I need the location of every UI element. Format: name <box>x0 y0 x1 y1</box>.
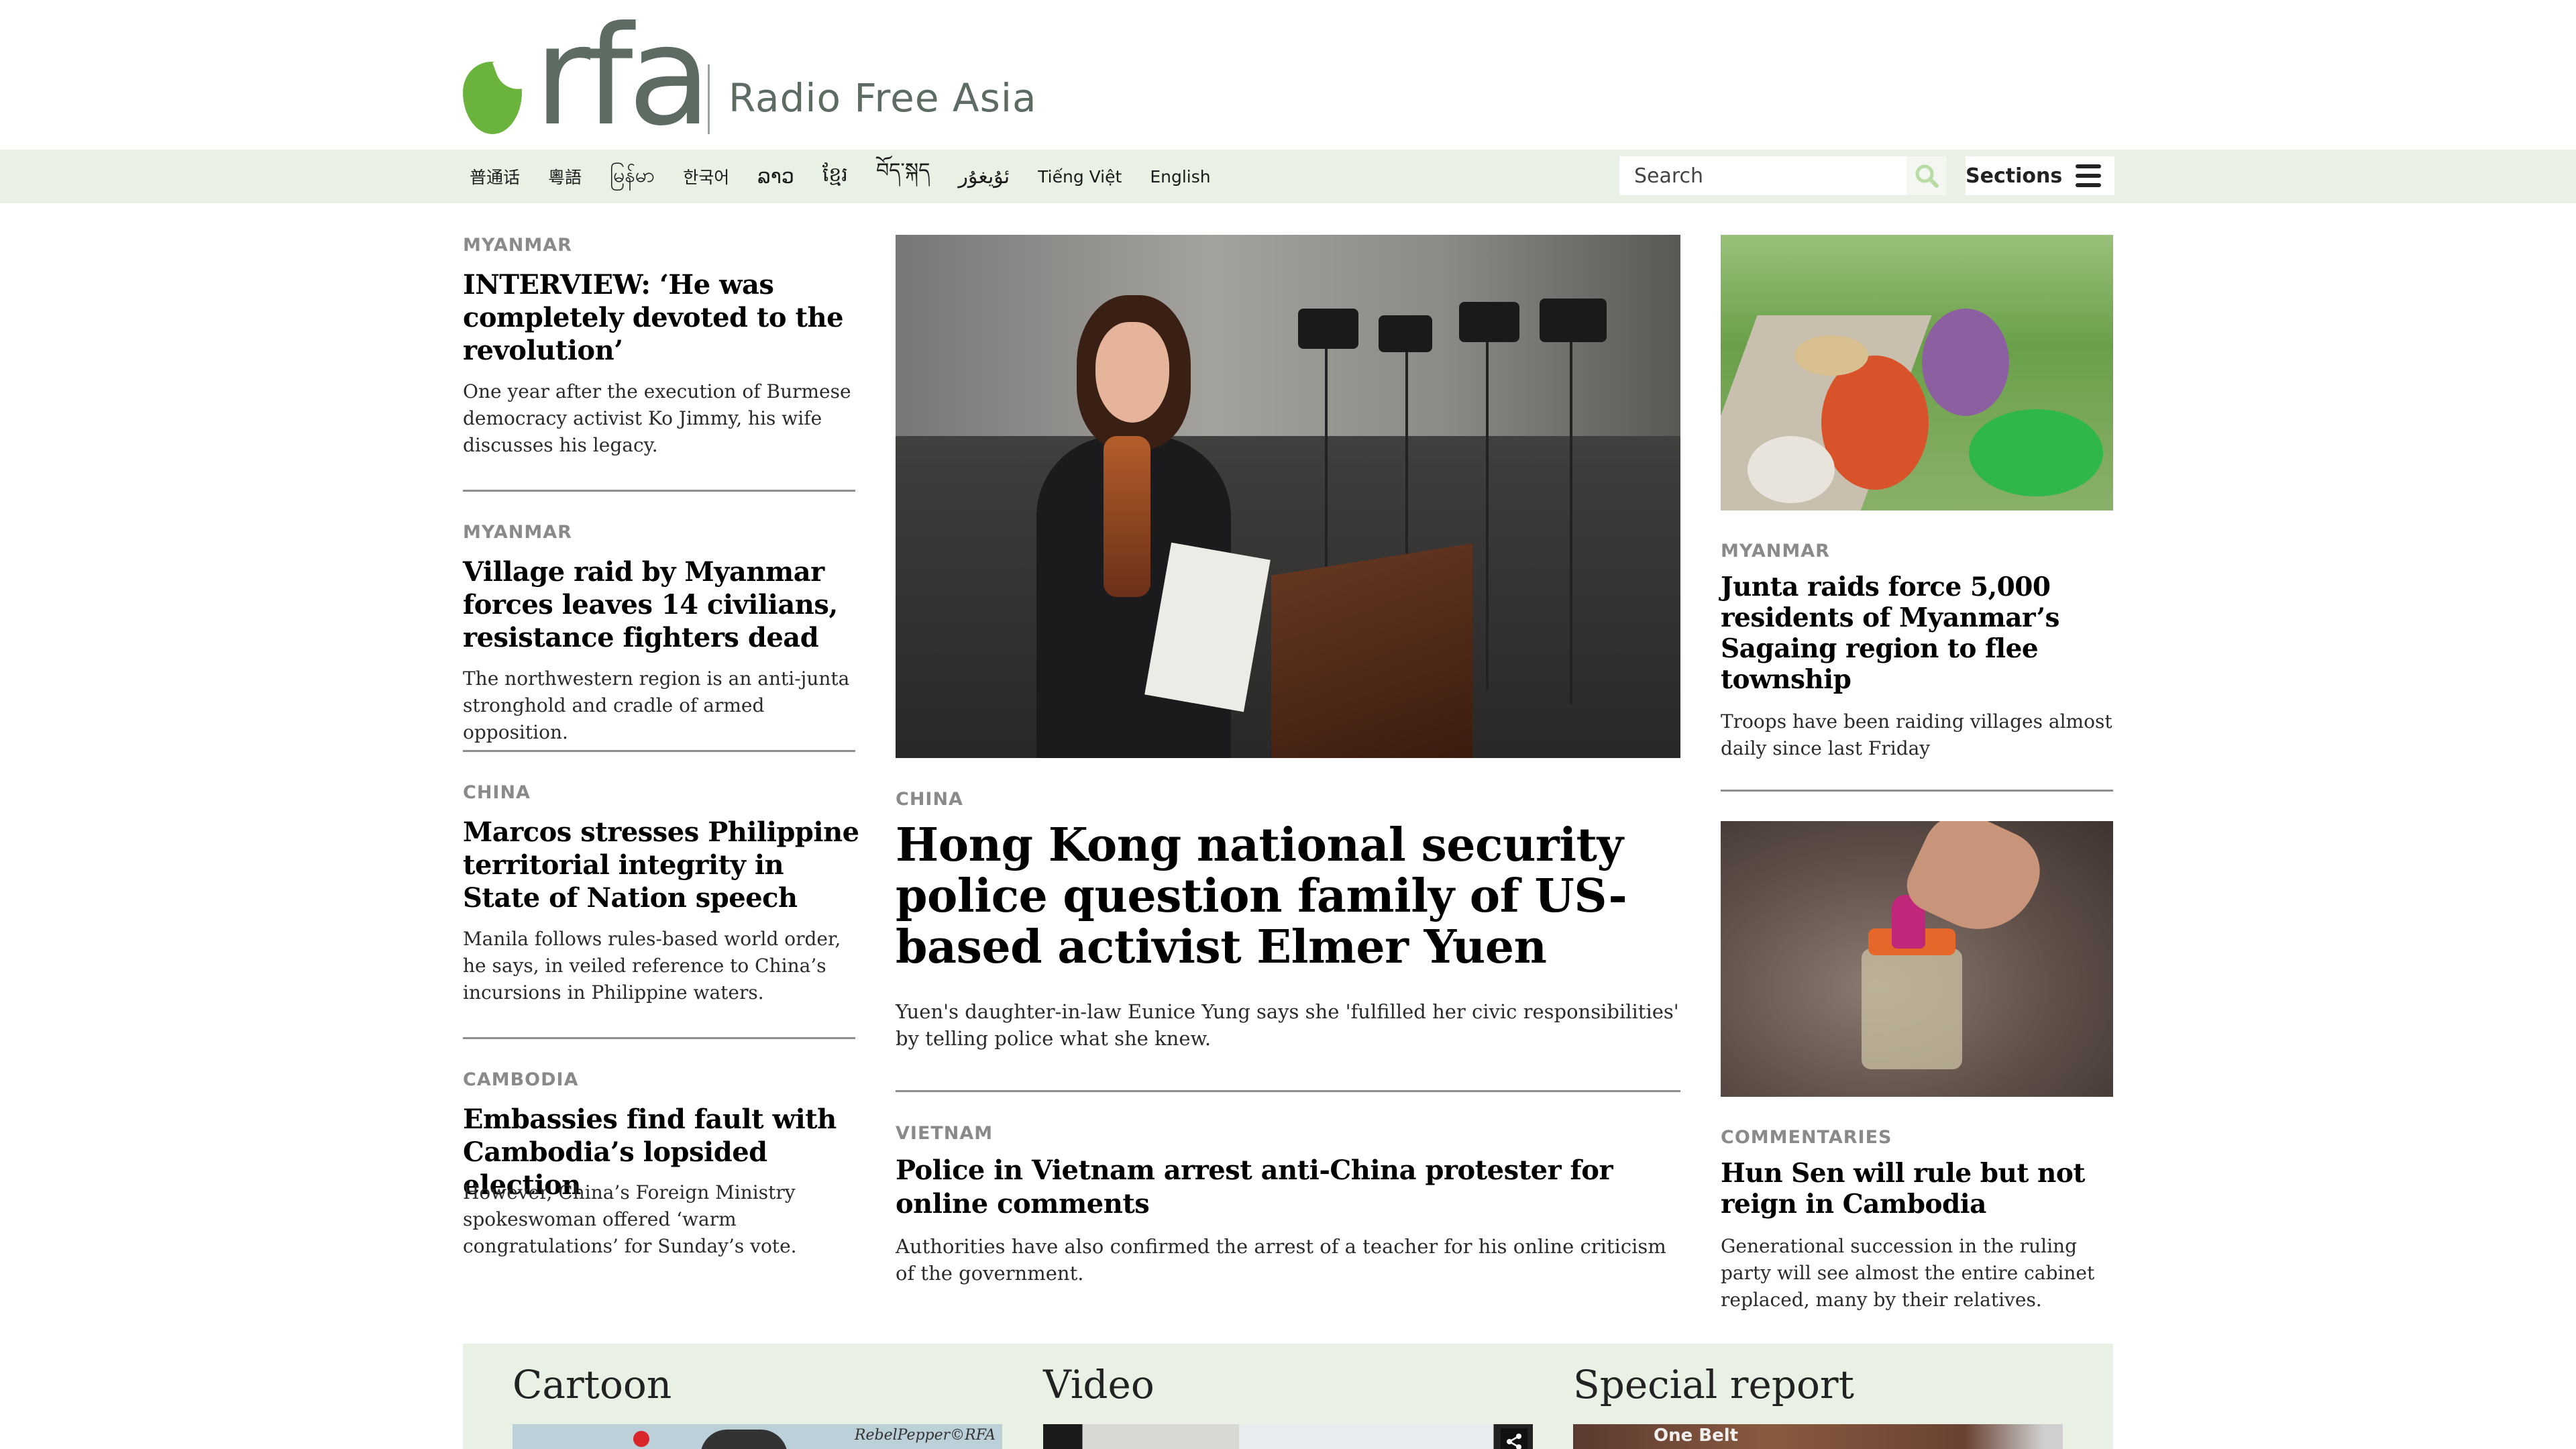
rfa-leaf-logo-icon <box>463 62 522 134</box>
special-report-thumbnail[interactable]: One Belt <box>1573 1424 2063 1449</box>
lang-link-uyghur[interactable]: ئۇيغۇر <box>958 165 1010 189</box>
main-story-headline[interactable]: Hong Kong national security police quest… <box>896 820 1687 973</box>
story-dek: One year after the execution of Burmese … <box>463 380 851 456</box>
lang-link-vietnamese[interactable]: Tiếng Việt <box>1038 167 1122 186</box>
story-dek: The northwestern region is an anti-junta… <box>463 667 850 743</box>
podium-shape <box>1271 543 1472 758</box>
story-headline[interactable]: Hun Sen will rule but not reign in Cambo… <box>1721 1158 2123 1220</box>
story-kicker[interactable]: MYANMAR <box>1721 541 1830 561</box>
language-nav-bar: 普通话 粵語 မြန်မာ 한국어 ລາວ ខ្មែរ བོད་སྐད ئۇيغ… <box>0 150 2576 203</box>
logo-divider <box>708 64 710 134</box>
lang-link-lao[interactable]: ລາວ <box>757 165 794 189</box>
main-story-photo[interactable] <box>896 235 1680 758</box>
sections-menu-button[interactable]: Sections <box>1966 156 2114 195</box>
cartoon-thumbnail[interactable]: RebelPepper©RFA <box>513 1424 1002 1449</box>
tripod-shape <box>1570 342 1572 704</box>
lang-link-khmer[interactable]: ខ្មែរ <box>822 162 848 191</box>
main-story-kicker[interactable]: CHINA <box>896 789 963 810</box>
lang-link-burmese[interactable]: မြန်မာ <box>610 162 655 192</box>
search-button[interactable] <box>1906 156 1947 195</box>
story-kicker[interactable]: CAMBODIA <box>463 1069 578 1090</box>
story-divider <box>463 750 855 752</box>
lang-link-english[interactable]: English <box>1150 167 1210 186</box>
story-dek: Manila follows rules-based world order, … <box>463 928 841 1004</box>
heart-icon <box>633 1431 649 1447</box>
story-kicker[interactable]: MYANMAR <box>463 235 572 256</box>
story-headline[interactable]: Village raid by Myanmar forces leaves 14… <box>463 555 865 654</box>
video-thumbnail[interactable] <box>1043 1424 1533 1449</box>
photo-figure <box>1821 356 1929 490</box>
special-report-thumb-text: One Belt <box>1654 1426 1739 1446</box>
search-icon <box>1915 164 1939 188</box>
hamburger-menu-icon <box>2076 164 2101 187</box>
language-list: 普通话 粵語 မြန်မာ 한국어 ລາວ ខ្មែរ བོད་སྐད ئۇيغ… <box>470 150 1239 203</box>
special-report-section-title[interactable]: Special report <box>1573 1362 1854 1407</box>
lang-link-tibetan[interactable]: བོད་སྐད <box>876 148 930 205</box>
main-story-dek: Yuen's daughter-in-law Eunice Yung says … <box>896 1000 1679 1050</box>
story-headline[interactable]: INTERVIEW: ‘He was completely devoted to… <box>463 268 865 367</box>
share-icon[interactable] <box>1501 1428 1527 1449</box>
photo-hat <box>1794 335 1868 376</box>
photo-jar <box>1862 949 1962 1069</box>
sections-label: Sections <box>1966 164 2063 188</box>
video-section-title[interactable]: Video <box>1043 1362 1155 1407</box>
camera-shape <box>1459 302 1519 342</box>
story-divider <box>463 490 855 492</box>
story-headline[interactable]: Marcos stresses Philippine territorial i… <box>463 816 865 914</box>
story-divider <box>1721 790 2113 792</box>
story-dek: Authorities have also confirmed the arre… <box>896 1235 1666 1285</box>
story-dek: Generational succession in the ruling pa… <box>1721 1235 2095 1311</box>
story-headline[interactable]: Junta raids force 5,000 residents of Mya… <box>1721 572 2123 695</box>
story-kicker[interactable]: MYANMAR <box>463 522 572 543</box>
story-kicker[interactable]: VIETNAM <box>896 1123 993 1144</box>
cartoon-credit: RebelPepper©RFA <box>854 1427 996 1444</box>
logo-tagline: Radio Free Asia <box>729 75 1037 121</box>
myanmar-story-photo[interactable] <box>1721 235 2113 511</box>
tripod-shape <box>1486 342 1489 691</box>
camera-shape <box>1540 299 1607 342</box>
camera-shape <box>1379 315 1432 352</box>
story-dek: Troops have been raiding villages almost… <box>1721 710 2112 759</box>
logo-wordmark: rfa <box>534 0 712 156</box>
photo-figure <box>1922 309 2009 416</box>
cartoon-figure <box>700 1430 788 1449</box>
photo-bundle <box>1748 436 1835 503</box>
story-divider <box>463 1037 855 1039</box>
search-box <box>1619 156 1947 195</box>
story-divider <box>896 1090 1680 1092</box>
camera-shape <box>1298 309 1358 349</box>
commentary-story-photo[interactable] <box>1721 821 2113 1097</box>
photo-bag <box>1969 409 2103 496</box>
speaker-figure <box>1036 295 1271 758</box>
story-headline[interactable]: Police in Vietnam arrest anti-China prot… <box>896 1154 1687 1221</box>
lang-link-korean[interactable]: 한국어 <box>683 164 729 189</box>
cartoon-section-title[interactable]: Cartoon <box>513 1362 672 1407</box>
story-dek: However, China’s Foreign Ministry spokes… <box>463 1181 797 1257</box>
lang-link-mandarin[interactable]: 普通话 <box>470 164 520 189</box>
story-kicker[interactable]: COMMENTARIES <box>1721 1127 1892 1148</box>
lang-link-cantonese[interactable]: 粵語 <box>548 164 582 189</box>
story-kicker[interactable]: CHINA <box>463 782 531 803</box>
search-input[interactable] <box>1619 158 1907 194</box>
